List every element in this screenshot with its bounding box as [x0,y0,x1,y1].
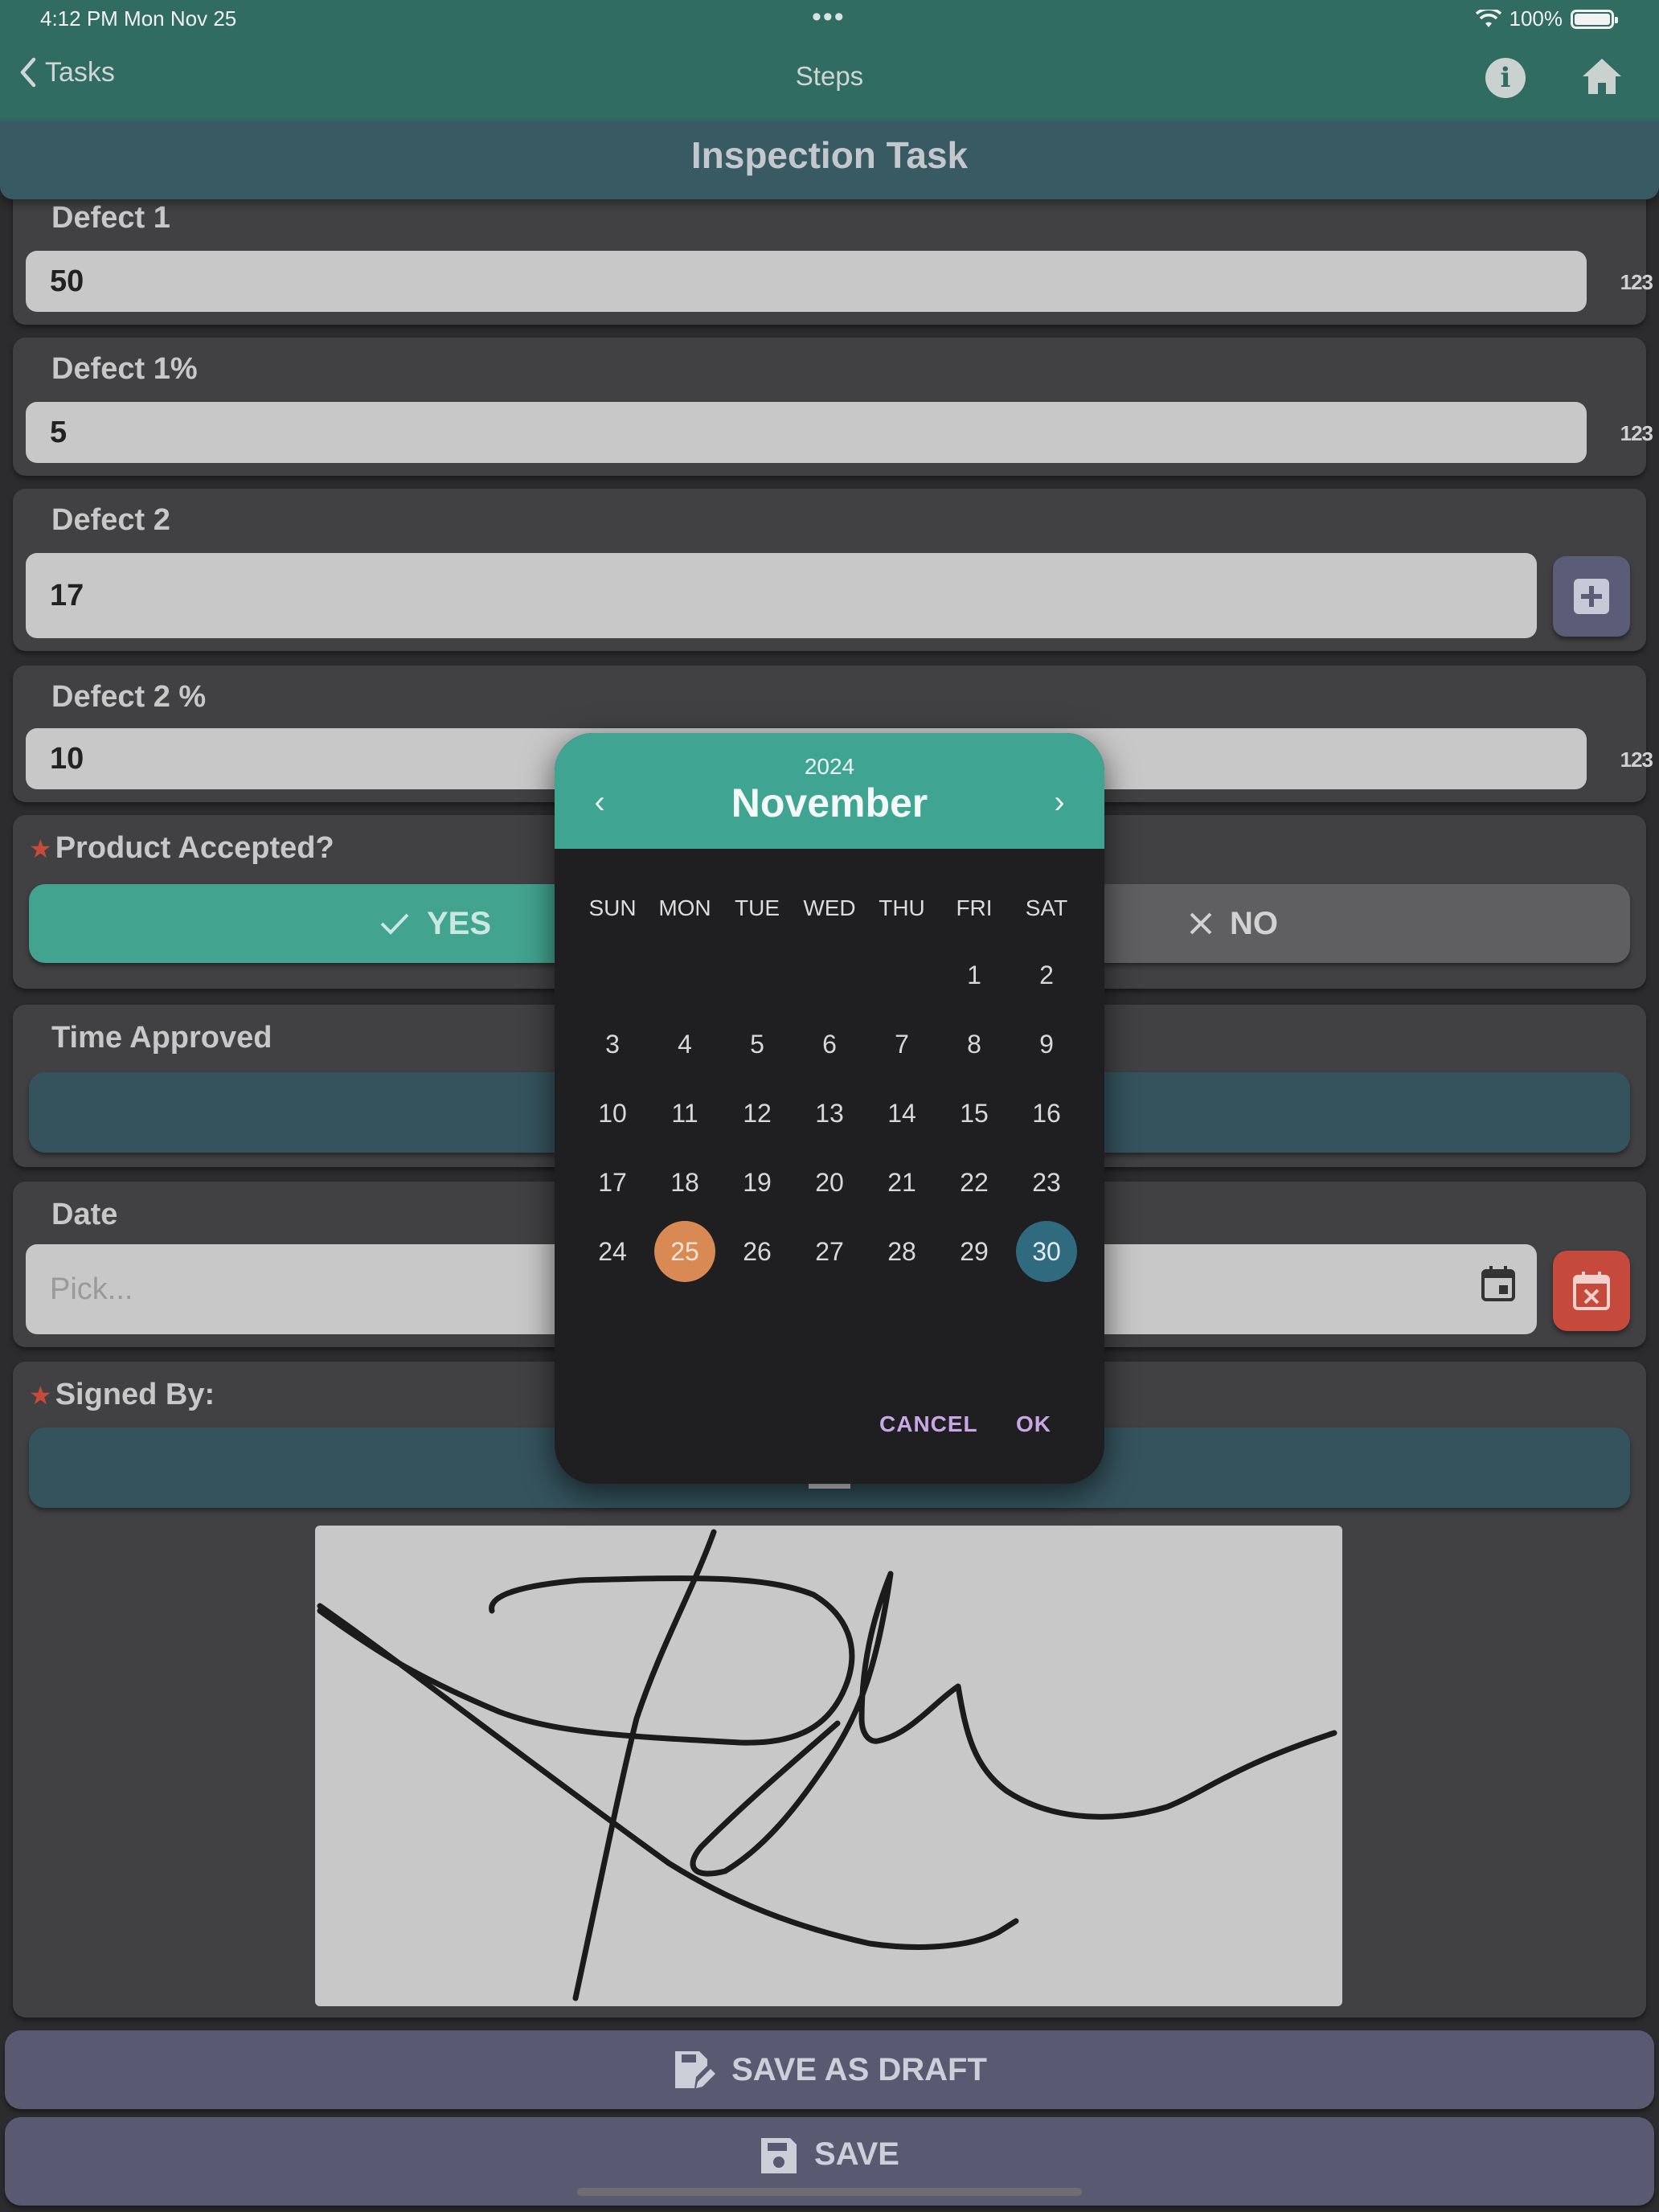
chevron-right-icon[interactable]: › [1043,784,1075,821]
save-draft-icon [675,2051,716,2088]
calendar-day[interactable]: 6 [799,1014,860,1075]
task-title: Inspection Task [0,121,1659,199]
calendar-day[interactable]: 20 [799,1152,860,1213]
home-icon[interactable] [1580,56,1624,96]
calendar-day[interactable]: 7 [871,1014,932,1075]
chevron-left-icon[interactable]: ‹ [584,784,616,821]
yes-label: YES [426,905,492,941]
calendar-icon[interactable] [1481,1265,1516,1302]
calendar-clear-icon [1573,1272,1610,1310]
weekday-header: FRI [956,895,993,920]
defect1-pct-label: Defect 1% [51,352,198,386]
calendar-day[interactable]: 23 [1016,1152,1077,1213]
defect2-input[interactable]: 17 [26,553,1537,638]
picker-year[interactable]: 2024 [555,754,1104,780]
calendar-day[interactable]: 30 [1016,1221,1077,1282]
weekday-header: SUN [588,895,637,920]
date-picker-header: 2024 November ‹ › [555,733,1104,849]
check-icon [380,913,409,935]
status-time: 4:12 PM Mon Nov 25 [40,6,237,31]
calendar-day[interactable]: 28 [871,1221,932,1282]
calendar-day[interactable]: 14 [871,1083,932,1144]
calendar-day[interactable]: 8 [944,1014,1005,1075]
drag-handle [809,1484,850,1489]
calendar-day[interactable]: 2 [1016,944,1077,1006]
calendar-day[interactable]: 22 [944,1152,1005,1213]
signature-drawing [317,1529,1337,2001]
numeric-keyboard-icon: 123 [1620,270,1653,294]
no-label: NO [1230,905,1278,941]
weekday-header: WED [803,895,856,920]
product-accepted-label: ★ Product Accepted? [29,831,334,865]
calendar-day[interactable]: 1 [944,944,1005,1006]
battery-icon [1571,9,1618,29]
plus-icon [1574,579,1609,614]
info-icon[interactable]: i [1485,58,1526,98]
status-indicators: 100% [1475,6,1618,31]
calendar-day[interactable]: 21 [871,1152,932,1213]
calendar-day[interactable]: 15 [944,1083,1005,1144]
signature-pad[interactable] [315,1526,1342,2006]
save-as-draft-label: SAVE AS DRAFT [731,2051,987,2087]
add-button[interactable] [1553,556,1630,637]
calendar-day[interactable]: 24 [582,1221,643,1282]
calendar-day[interactable]: 10 [582,1083,643,1144]
calendar-day[interactable]: 5 [727,1014,788,1075]
wifi-icon [1475,9,1501,27]
signed-by-label: ★ Signed By: [29,1378,215,1411]
battery-percent: 100% [1509,6,1563,31]
numeric-keyboard-icon: 123 [1620,421,1653,445]
time-approved-label: Time Approved [51,1021,272,1055]
calendar-day[interactable]: 26 [727,1221,788,1282]
defect2-label: Defect 2 [51,503,170,537]
nav-title: Steps [795,61,864,91]
calendar-day[interactable]: 29 [944,1221,1005,1282]
top-bar: 4:12 PM Mon Nov 25 ••• 100% Tasks Steps … [0,0,1659,121]
cancel-button[interactable]: CANCEL [879,1411,978,1437]
calendar-day[interactable]: 12 [727,1083,788,1144]
defect2-pct-label: Defect 2 % [51,680,207,714]
required-star-icon: ★ [29,834,52,863]
multitasking-dots[interactable]: ••• [812,2,846,33]
weekday-header: THU [879,895,925,920]
clear-date-button[interactable] [1553,1251,1630,1331]
required-star-icon: ★ [29,1381,52,1410]
calendar-day[interactable]: 3 [582,1014,643,1075]
numeric-keyboard-icon: 123 [1620,748,1653,772]
weekday-header: SAT [1025,895,1068,920]
calendar-day[interactable]: 18 [654,1152,715,1213]
save-label: SAVE [814,2136,899,2172]
calendar-day[interactable]: 4 [654,1014,715,1075]
picker-month[interactable]: November [555,780,1104,826]
calendar-day[interactable]: 13 [799,1083,860,1144]
defect1-pct-input[interactable]: 5 [26,402,1587,463]
defect1-input[interactable]: 50 [26,251,1587,312]
date-picker-dialog: 2024 November ‹ › SUN MON TUE WED THU FRI SAT 1… [555,733,1104,1484]
calendar-day[interactable]: 16 [1016,1083,1077,1144]
calendar-day[interactable]: 9 [1016,1014,1077,1075]
calendar-day[interactable]: 19 [727,1152,788,1213]
date-label: Date [51,1198,118,1231]
defect1-label: Defect 1 [51,201,170,235]
calendar-day[interactable]: 17 [582,1152,643,1213]
ok-button[interactable]: OK [1016,1411,1051,1437]
weekday-header: MON [658,895,711,920]
close-icon [1190,912,1212,935]
home-indicator[interactable] [577,2188,1082,2196]
calendar-day[interactable]: 11 [654,1083,715,1144]
weekday-header: TUE [735,895,780,920]
save-icon [761,2138,797,2173]
calendar-day[interactable]: 25 [654,1221,715,1282]
calendar-day[interactable]: 27 [799,1221,860,1282]
save-as-draft-button[interactable]: SAVE AS DRAFT [5,2030,1654,2109]
